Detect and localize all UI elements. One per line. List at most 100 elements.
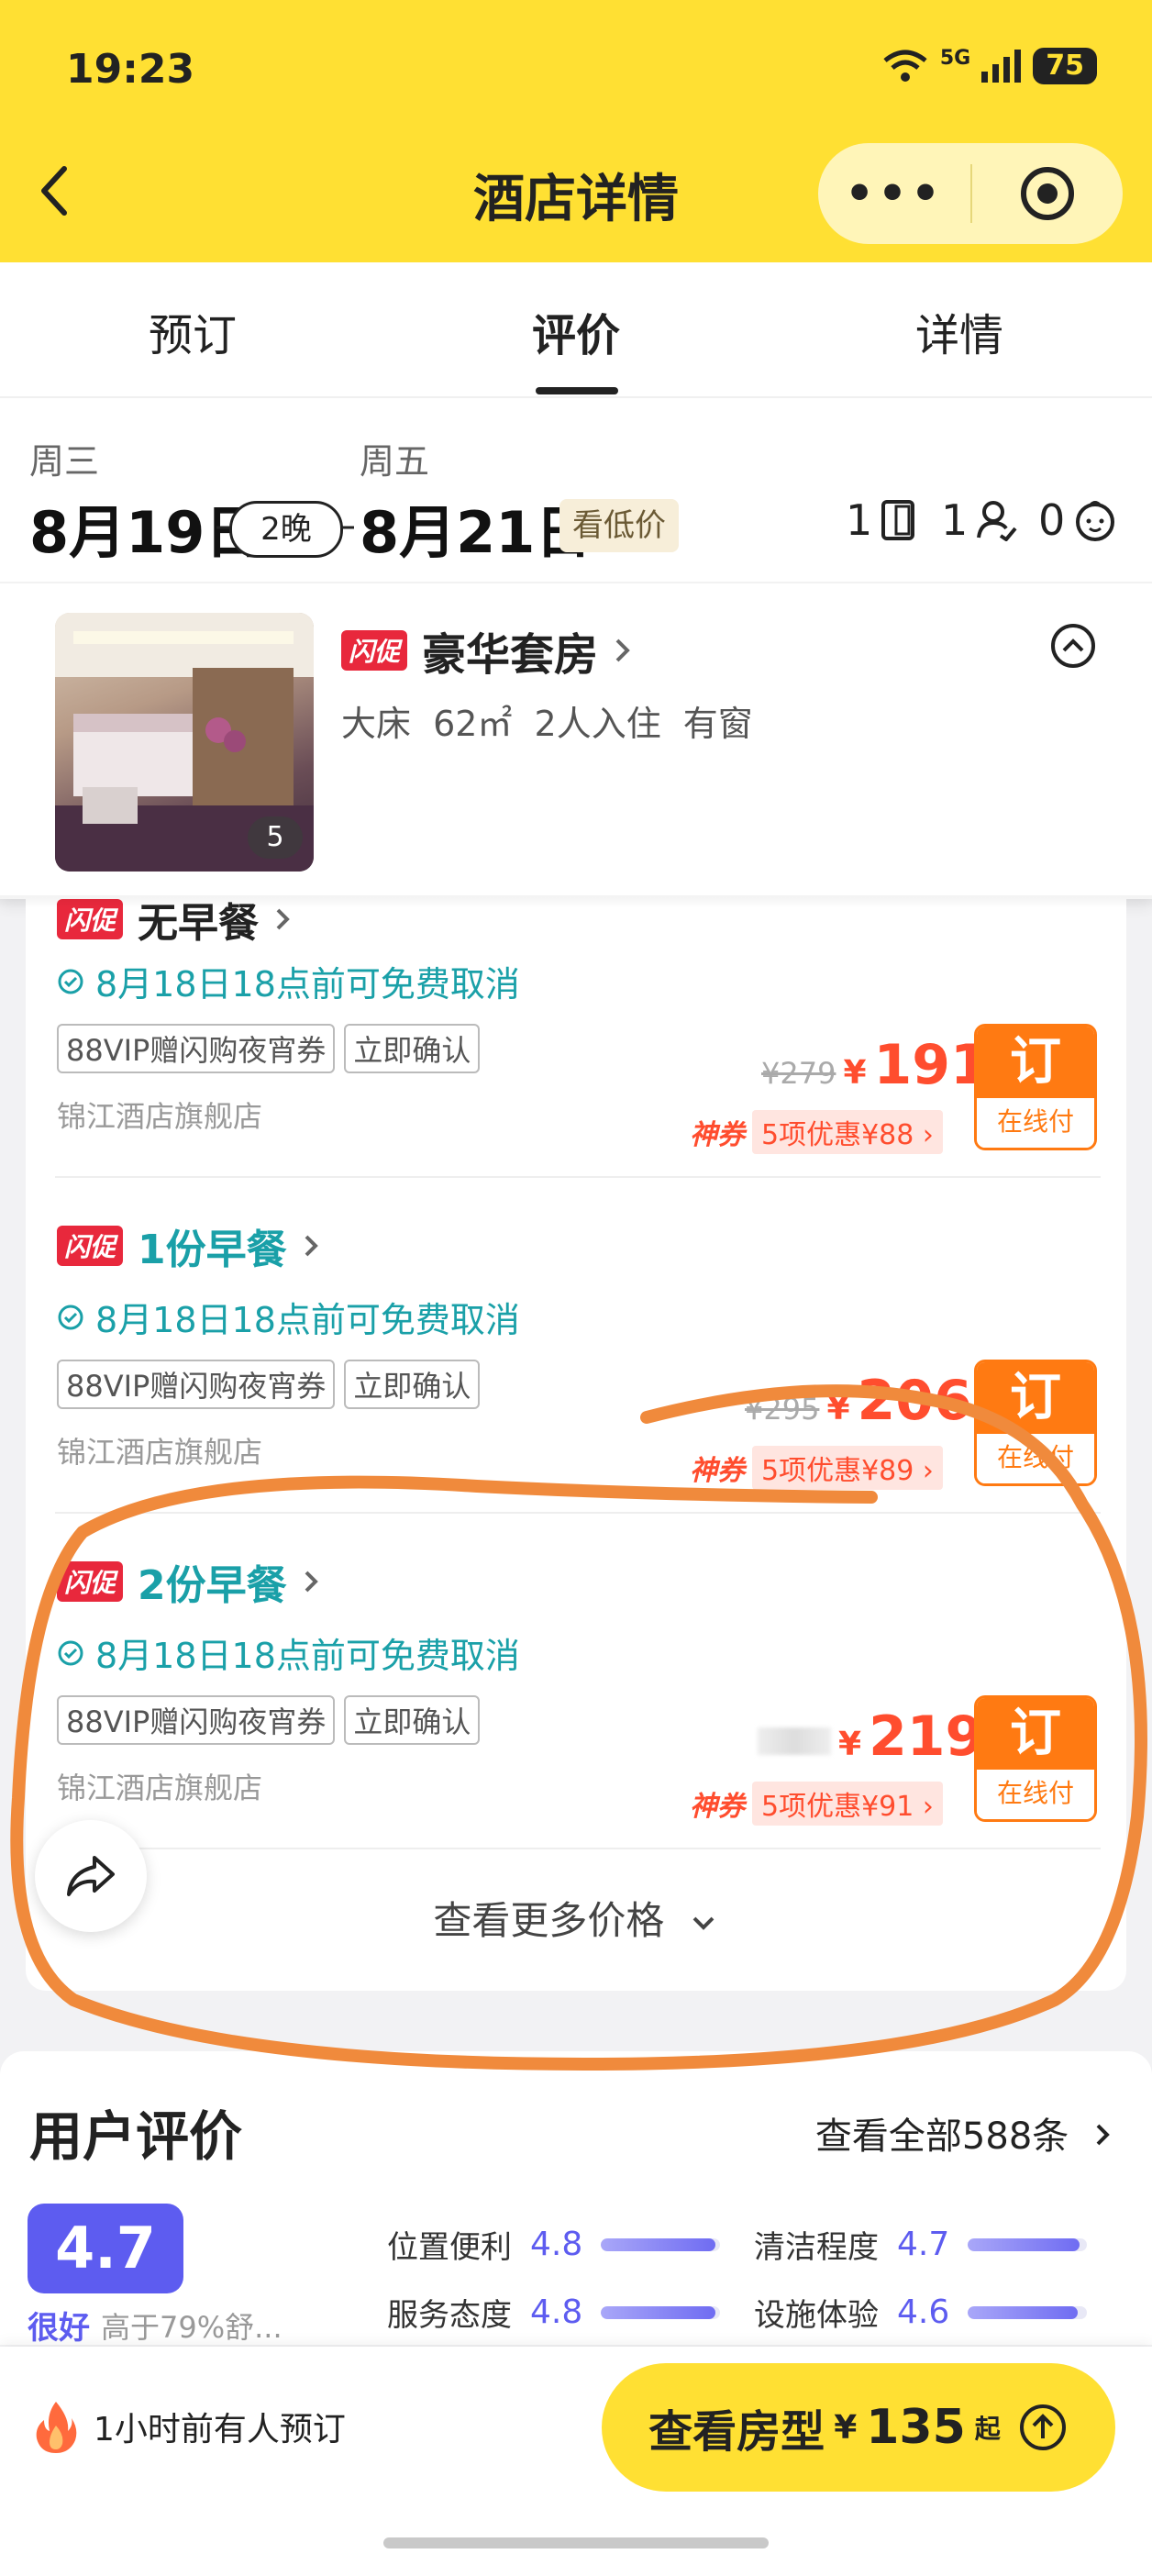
- pay-online-label: 在线付: [977, 1098, 1094, 1148]
- room-attributes-front: 大床 62㎡ 2人入住 有窗: [341, 704, 753, 744]
- signal-icon: [981, 50, 1022, 83]
- coupon-label: 神券: [690, 1455, 745, 1487]
- coupon-label: 神券: [690, 1119, 745, 1151]
- adults-count[interactable]: 1: [941, 495, 1017, 545]
- metric-label: 清洁程度: [754, 2229, 879, 2266]
- pay-online-label: 在线付: [977, 1770, 1094, 1819]
- flash-sale-tag: 闪促: [57, 1226, 124, 1266]
- sale-price: 206: [857, 1369, 972, 1433]
- deal-summary: 5项优惠¥91 ›: [752, 1782, 943, 1826]
- tab-reviews[interactable]: 评价: [457, 299, 695, 363]
- view-all-label: 查看全部588条: [814, 2115, 1069, 2158]
- view-room-types-button[interactable]: 查看房型 ¥ 135 起: [602, 2363, 1115, 2492]
- cta-label: 查看房型: [648, 2406, 825, 2458]
- cta-from-label: 起: [974, 2414, 1001, 2444]
- recent-booking-notice: 1小时前有人预订: [33, 2398, 346, 2455]
- chevron-right-icon: [1096, 2124, 1110, 2146]
- free-cancel-2: 8月18日18点前可免费取消: [57, 1627, 520, 1678]
- collapse-icon-front[interactable]: [1047, 620, 1099, 672]
- cta-price: 135: [866, 2400, 966, 2455]
- flame-icon: [36, 2402, 77, 2453]
- chevron-right-icon: [305, 1571, 318, 1593]
- store-name-0: 锦江酒店旗舰店: [57, 1099, 263, 1134]
- metric-value: 4.8: [530, 2293, 583, 2331]
- metric-bar: [601, 2305, 721, 2319]
- rate-chips-2: 88VIP赠闪购夜宵券 立即确认: [57, 1695, 489, 1745]
- cancel-policy: 8月18日18点前可免费取消: [95, 1636, 520, 1676]
- metric-label: 服务态度: [387, 2297, 512, 2334]
- free-cancel-0: 8月18日18点前可免费取消: [57, 956, 520, 1006]
- metric-label: 设施体验: [754, 2297, 879, 2334]
- cancel-policy: 8月18日18点前可免费取消: [95, 1300, 520, 1340]
- currency-symbol: ¥: [843, 1054, 867, 1092]
- coupon-0[interactable]: 神券 5项优惠¥88 ›: [690, 1110, 943, 1154]
- book-button-2[interactable]: 订 在线付: [974, 1695, 1097, 1822]
- book-label: 订: [977, 1362, 1094, 1434]
- arrow-up-circle-icon: [1019, 2404, 1066, 2450]
- metric-bar-fill: [601, 2305, 716, 2319]
- metric-bar: [968, 2305, 1088, 2319]
- tab-details[interactable]: 详情: [840, 299, 1079, 363]
- active-tab-indicator: [536, 387, 618, 394]
- price-0: ¥279 ¥ 191: [761, 1033, 989, 1097]
- checkout-date[interactable]: 8月21日: [360, 486, 592, 569]
- rate-divider: [55, 1512, 1101, 1514]
- share-button[interactable]: [35, 1820, 147, 1932]
- chevron-down-icon: [692, 1916, 714, 1930]
- book-label: 订: [977, 1027, 1094, 1098]
- view-all-reviews-link[interactable]: 查看全部588条: [815, 2106, 1112, 2160]
- rate-plan-name: 2份早餐: [138, 1562, 287, 1609]
- vip-gift-chip: 88VIP赠闪购夜宵券: [57, 1360, 336, 1409]
- flash-sale-tag: 闪促: [341, 630, 408, 671]
- room-name-row-front[interactable]: 闪促 豪华套房: [341, 618, 633, 683]
- adults-value: 1: [941, 495, 969, 545]
- rate-divider: [55, 1848, 1101, 1849]
- score-rating-word: 很好: [28, 2310, 90, 2347]
- deal-summary: 5项优惠¥88 ›: [752, 1110, 943, 1154]
- checkin-weekday: 周三: [29, 441, 100, 482]
- vip-gift-chip: 88VIP赠闪购夜宵券: [57, 1695, 336, 1745]
- store-name-1: 锦江酒店旗舰店: [57, 1435, 263, 1470]
- adult-icon: [977, 501, 1017, 541]
- instant-confirm-chip: 立即确认: [344, 1024, 481, 1073]
- miniapp-capsule: •••: [818, 143, 1123, 244]
- book-button-1[interactable]: 订 在线付: [974, 1360, 1097, 1486]
- metric-location: 位置便利 4.8: [387, 2222, 721, 2267]
- pay-online-label: 在线付: [977, 1434, 1094, 1483]
- status-icons: 5G 75: [881, 46, 1097, 84]
- store-name-2: 锦江酒店旗舰店: [57, 1771, 263, 1805]
- rooms-value: 1: [846, 495, 873, 545]
- rooms-count[interactable]: 1: [846, 495, 916, 545]
- coupon-2[interactable]: 神券 5项优惠¥91 ›: [690, 1782, 943, 1826]
- room-card-shadow: [0, 895, 1152, 908]
- children-count[interactable]: 0: [1038, 495, 1118, 545]
- view-more-prices-button[interactable]: 查看更多价格: [0, 1890, 1152, 1946]
- book-button-0[interactable]: 订 在线付: [974, 1024, 1097, 1150]
- wifi-icon: [883, 50, 927, 82]
- recent-booking-text: 1小时前有人预订: [94, 2411, 346, 2448]
- checkout-weekday: 周五: [360, 441, 430, 482]
- metric-service: 服务态度 4.8: [387, 2290, 721, 2335]
- rate-plan-name: 1份早餐: [138, 1227, 287, 1273]
- metric-bar-fill: [601, 2237, 716, 2251]
- vip-gift-chip: 88VIP赠闪购夜宵券: [57, 1024, 336, 1073]
- metric-value: 4.7: [897, 2226, 950, 2263]
- metric-bar: [968, 2237, 1088, 2251]
- network-label: 5G: [939, 46, 971, 70]
- low-price-button[interactable]: 看低价: [559, 499, 679, 552]
- room-name: 豪华套房: [422, 629, 599, 681]
- coupon-1[interactable]: 神券 5项优惠¥89 ›: [690, 1446, 943, 1490]
- close-miniapp-button[interactable]: [972, 164, 1123, 223]
- rate-chips-1: 88VIP赠闪购夜宵券 立即确认: [57, 1360, 489, 1409]
- metric-facilities: 设施体验 4.6: [754, 2290, 1088, 2335]
- rate-chips-0: 88VIP赠闪购夜宵券 立即确认: [57, 1024, 489, 1073]
- status-time: 19:23: [66, 46, 195, 93]
- more-options-button[interactable]: •••: [818, 171, 970, 217]
- instant-confirm-chip: 立即确认: [344, 1360, 481, 1409]
- score-comparison: 高于79%舒...: [101, 2310, 282, 2345]
- rate-plan-title-2[interactable]: 闪促 2份早餐: [57, 1552, 320, 1611]
- check-circle-icon: [58, 1640, 83, 1665]
- rate-plan-title-1[interactable]: 闪促 1份早餐: [57, 1216, 320, 1275]
- tab-booking[interactable]: 预订: [73, 299, 312, 363]
- instant-confirm-chip: 立即确认: [344, 1695, 481, 1745]
